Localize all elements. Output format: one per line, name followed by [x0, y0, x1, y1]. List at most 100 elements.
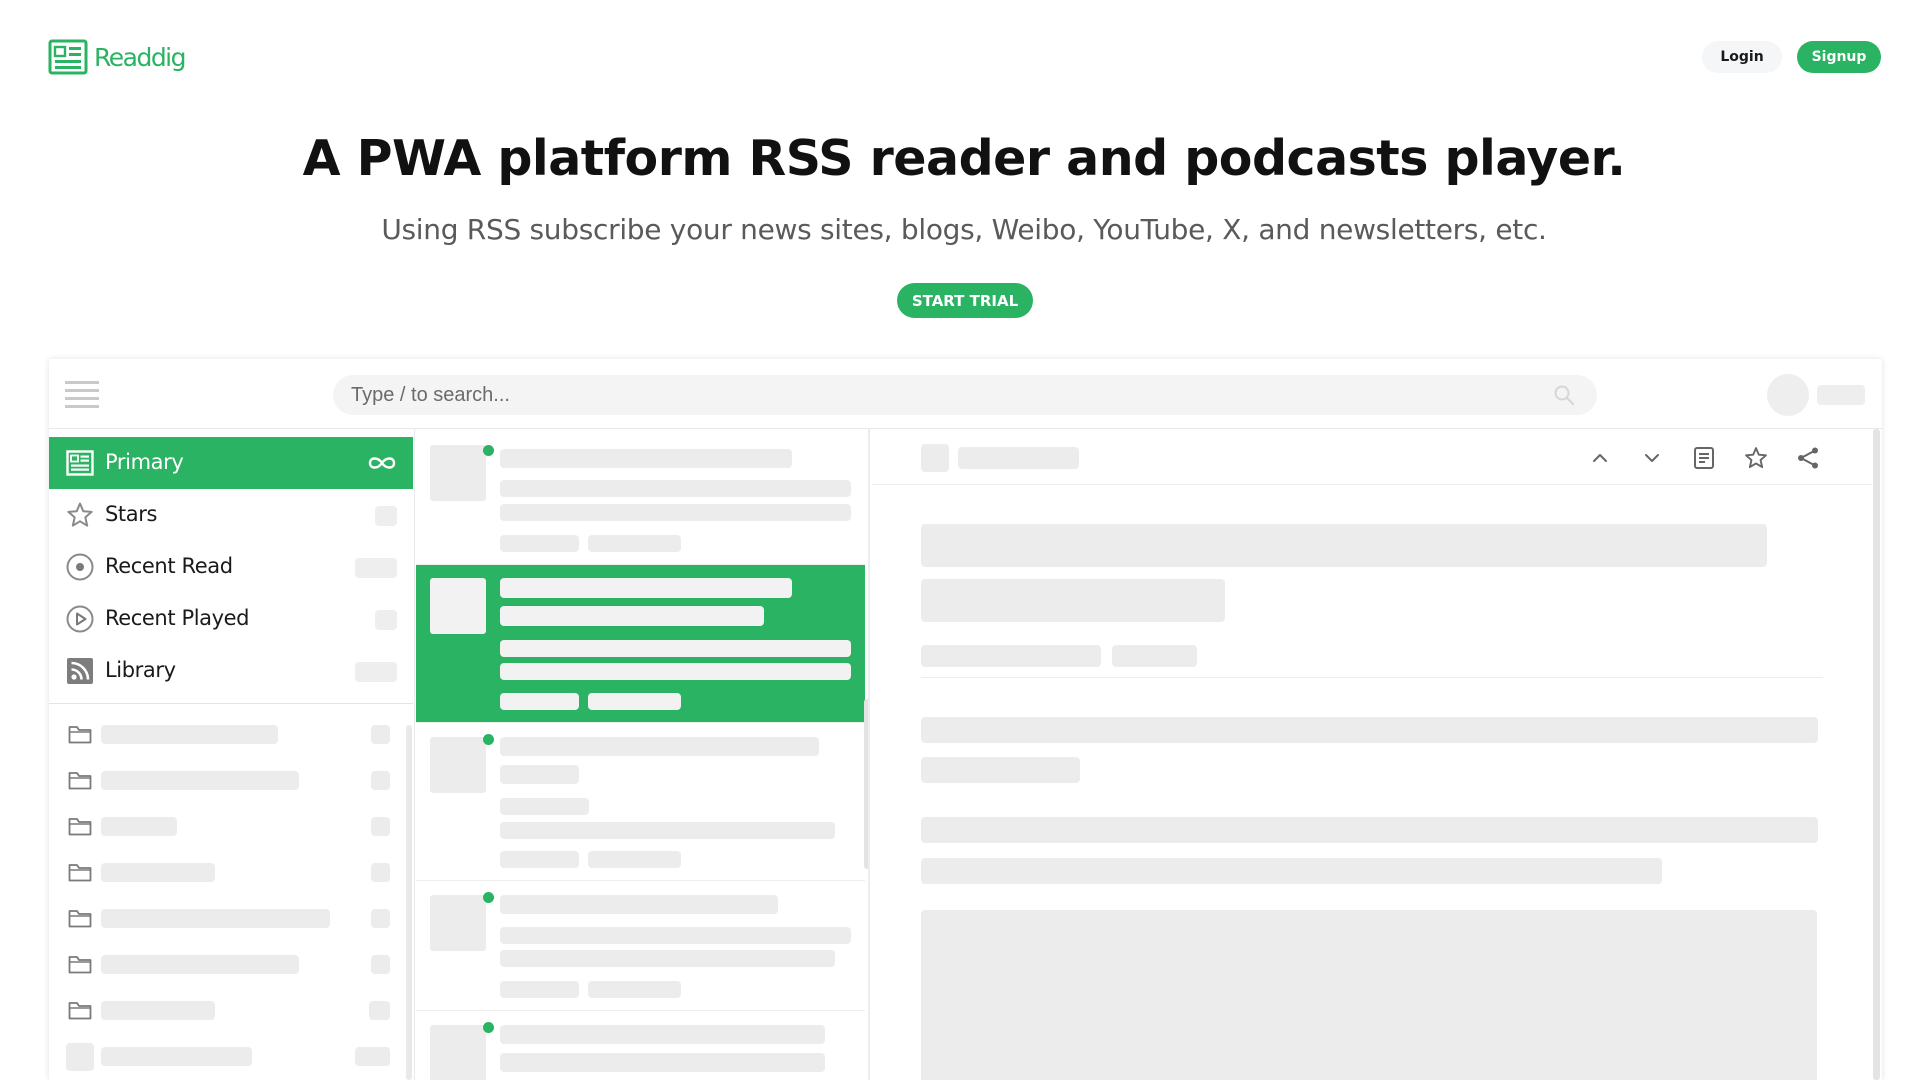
- folder-icon: [68, 772, 92, 790]
- article-title-placeholder: [921, 524, 1767, 567]
- folder-item[interactable]: [49, 714, 413, 754]
- sidebar-item-stars[interactable]: Stars: [49, 489, 413, 541]
- sidebar-scrollbar[interactable]: [406, 725, 412, 1080]
- reader-toolbar: [872, 429, 1872, 485]
- article-list: [416, 429, 871, 1080]
- readdig-logo[interactable]: Readdig: [48, 39, 187, 75]
- folder-name-placeholder: [101, 1001, 215, 1020]
- count-placeholder: [371, 863, 390, 882]
- hamburger-icon[interactable]: [65, 381, 99, 408]
- user-name-placeholder[interactable]: [1817, 385, 1865, 405]
- unread-dot: [483, 1022, 494, 1033]
- title-placeholder: [500, 1025, 825, 1044]
- count-placeholder: [355, 662, 397, 682]
- sidebar-item-library[interactable]: Library: [49, 645, 413, 697]
- sidebar-item-label: Recent Played: [105, 606, 250, 630]
- article-thumbnail: [430, 1025, 486, 1080]
- article-entry[interactable]: [416, 1011, 865, 1080]
- record-icon: [65, 552, 95, 582]
- folder-icon: [68, 818, 92, 836]
- article-image-placeholder: [921, 910, 1817, 1080]
- count-placeholder: [355, 558, 397, 578]
- logo-text: Readdig: [94, 42, 187, 72]
- sidebar-item-primary[interactable]: Primary: [49, 437, 413, 489]
- folder-item[interactable]: [49, 898, 413, 938]
- sidebar-item-recent-played[interactable]: Recent Played: [49, 593, 413, 645]
- article-entry[interactable]: [416, 881, 865, 1011]
- star-icon[interactable]: [1741, 443, 1771, 473]
- article-text-placeholder: [921, 858, 1662, 884]
- meta-placeholder: [500, 535, 579, 552]
- meta-placeholder: [588, 693, 681, 710]
- article-entry[interactable]: [416, 429, 865, 565]
- chevron-up-icon[interactable]: [1585, 443, 1615, 473]
- article-title-placeholder: [921, 579, 1225, 622]
- folder-name-placeholder: [101, 725, 278, 744]
- sidebar-item-label: Recent Read: [105, 554, 233, 578]
- search-input[interactable]: [333, 375, 1597, 415]
- folder-icon: [68, 864, 92, 882]
- start-trial-button[interactable]: START TRIAL: [897, 283, 1033, 318]
- article-thumbnail: [430, 578, 486, 634]
- list-divider: [868, 429, 870, 1080]
- article-meta-placeholder: [1112, 645, 1197, 667]
- sidebar-divider: [49, 703, 413, 704]
- meta-placeholder: [588, 535, 681, 552]
- hero-title: A PWA platform RSS reader and podcasts p…: [302, 130, 1626, 187]
- count-placeholder: [371, 725, 390, 744]
- article-divider: [921, 677, 1823, 678]
- sidebar: Primary Stars Recent Read Recent Played …: [49, 429, 415, 1080]
- folder-icon: [68, 726, 92, 744]
- sidebar-item-label: Stars: [105, 502, 158, 526]
- app-header: [49, 359, 1882, 429]
- document-icon[interactable]: [1689, 443, 1719, 473]
- folder-name-placeholder: [101, 863, 215, 882]
- reader-scrollbar[interactable]: [1873, 429, 1880, 1080]
- feed-icon-placeholder: [921, 444, 949, 472]
- excerpt-placeholder: [500, 480, 851, 497]
- excerpt-placeholder: [500, 663, 851, 680]
- chevron-down-icon[interactable]: [1637, 443, 1667, 473]
- meta-placeholder: [588, 981, 681, 998]
- folder-name-placeholder: [101, 909, 330, 928]
- logo-icon: [48, 39, 88, 75]
- title-placeholder: [500, 578, 792, 598]
- title-placeholder: [500, 606, 764, 626]
- folder-item[interactable]: [49, 806, 413, 846]
- share-icon[interactable]: [1793, 443, 1823, 473]
- app-preview: Primary Stars Recent Read: [49, 359, 1882, 1080]
- signup-button[interactable]: Signup: [1797, 41, 1881, 73]
- unread-dot: [483, 445, 494, 456]
- article-thumbnail: [430, 445, 486, 501]
- feed-item[interactable]: [49, 1036, 413, 1076]
- count-placeholder: [371, 955, 390, 974]
- excerpt-placeholder: [500, 822, 835, 839]
- infinity-icon: [368, 457, 396, 469]
- article-thumbnail: [430, 737, 486, 793]
- folder-item[interactable]: [49, 990, 413, 1030]
- unread-dot: [483, 892, 494, 903]
- count-placeholder: [371, 909, 390, 928]
- search-icon[interactable]: [1553, 384, 1575, 406]
- folder-item[interactable]: [49, 760, 413, 800]
- feed-list-icon: [65, 448, 95, 478]
- avatar[interactable]: [1767, 374, 1809, 416]
- excerpt-placeholder: [500, 504, 851, 521]
- folder-item[interactable]: [49, 852, 413, 892]
- count-placeholder: [371, 817, 390, 836]
- count-placeholder: [375, 610, 397, 630]
- title-placeholder: [500, 895, 778, 914]
- folder-icon: [68, 956, 92, 974]
- meta-placeholder: [500, 851, 579, 868]
- article-meta-placeholder: [921, 645, 1101, 667]
- article-entry[interactable]: [416, 723, 865, 881]
- article-entry-selected[interactable]: [416, 565, 865, 723]
- sidebar-item-recent-read[interactable]: Recent Read: [49, 541, 413, 593]
- reader-pane: [872, 429, 1882, 1080]
- login-button[interactable]: Login: [1702, 41, 1782, 73]
- title-placeholder: [500, 737, 819, 756]
- meta-placeholder: [500, 981, 579, 998]
- count-placeholder: [355, 1047, 390, 1066]
- folder-item[interactable]: [49, 944, 413, 984]
- folder-name-placeholder: [101, 817, 177, 836]
